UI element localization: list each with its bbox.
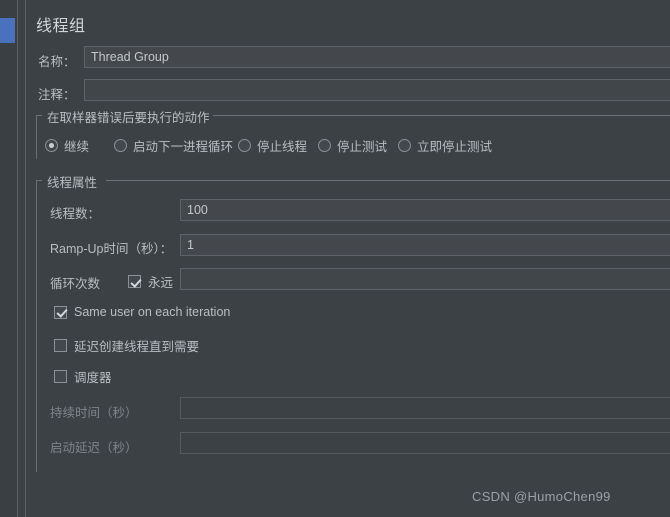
- name-input[interactable]: Thread Group: [84, 46, 670, 68]
- name-label: 名称：: [38, 55, 76, 69]
- radio-icon: [398, 139, 411, 152]
- duration-input[interactable]: [180, 397, 670, 419]
- loop-count-label: 循环次数: [50, 277, 101, 291]
- radio-label: 立即停止测试: [417, 140, 493, 154]
- radio-icon: [114, 139, 127, 152]
- ramp-up-label: Ramp-Up时间（秒）：: [50, 242, 173, 256]
- num-threads-label: 线程数：: [50, 207, 101, 221]
- checkbox-icon-checked: [128, 275, 141, 288]
- radio-stop-thread[interactable]: 停止线程: [238, 136, 307, 155]
- panel-splitter[interactable]: [18, 0, 42, 517]
- comment-input[interactable]: [84, 79, 670, 101]
- page-title: 线程组: [36, 18, 86, 35]
- radio-continue[interactable]: 继续: [45, 136, 89, 155]
- radio-icon-selected: [45, 139, 58, 152]
- delay-thread-creation-label: 延迟创建线程直到需要: [74, 340, 200, 354]
- radio-label: 停止线程: [257, 140, 308, 154]
- group-border-segment: [36, 180, 37, 472]
- startup-delay-input[interactable]: [180, 432, 670, 454]
- radio-icon: [318, 139, 331, 152]
- tree-strip: [0, 0, 17, 517]
- scheduler-checkbox[interactable]: 调度器: [54, 367, 112, 386]
- radio-stop-test[interactable]: 停止测试: [318, 136, 387, 155]
- ramp-up-input[interactable]: 1: [180, 234, 670, 256]
- radio-label: 停止测试: [337, 140, 388, 154]
- group-border-segment: [106, 180, 670, 181]
- thread-properties-group-title: 线程属性: [44, 172, 101, 191]
- on-sampler-error-group-title: 在取样器错误后要执行的动作: [44, 107, 213, 126]
- comment-label: 注释：: [38, 88, 76, 102]
- radio-label: 启动下一进程循环: [133, 140, 234, 154]
- loop-forever-checkbox[interactable]: 永远: [128, 272, 173, 291]
- same-user-checkbox[interactable]: Same user on each iteration: [54, 305, 230, 319]
- radio-label: 继续: [64, 140, 90, 154]
- radio-stop-test-now[interactable]: 立即停止测试: [398, 136, 492, 155]
- radio-icon: [238, 139, 251, 152]
- loop-count-input[interactable]: [180, 268, 670, 290]
- startup-delay-label: 启动延迟（秒）: [50, 441, 138, 455]
- delay-thread-creation-checkbox[interactable]: 延迟创建线程直到需要: [54, 336, 199, 355]
- same-user-label: Same user on each iteration: [74, 305, 231, 319]
- watermark-text: CSDN @HumoChen99: [472, 489, 611, 504]
- main-panel: 线程组 名称： Thread Group 注释： 在取样器错误后要执行的动作 继…: [26, 0, 670, 517]
- checkbox-icon-checked: [54, 305, 67, 319]
- duration-label: 持续时间（秒）: [50, 406, 138, 420]
- radio-start-next-thread-loop[interactable]: 启动下一进程循环: [114, 136, 233, 155]
- num-threads-input[interactable]: 100: [180, 199, 670, 221]
- scheduler-label: 调度器: [74, 371, 112, 385]
- tree-selected-node[interactable]: [0, 18, 15, 43]
- group-border-segment: [188, 115, 670, 116]
- group-border-segment: [36, 115, 37, 159]
- checkbox-icon: [54, 370, 67, 383]
- jmeter-thread-group-panel: 线程组 名称： Thread Group 注释： 在取样器错误后要执行的动作 继…: [0, 0, 670, 517]
- checkbox-icon: [54, 339, 67, 352]
- loop-forever-label: 永远: [148, 276, 174, 290]
